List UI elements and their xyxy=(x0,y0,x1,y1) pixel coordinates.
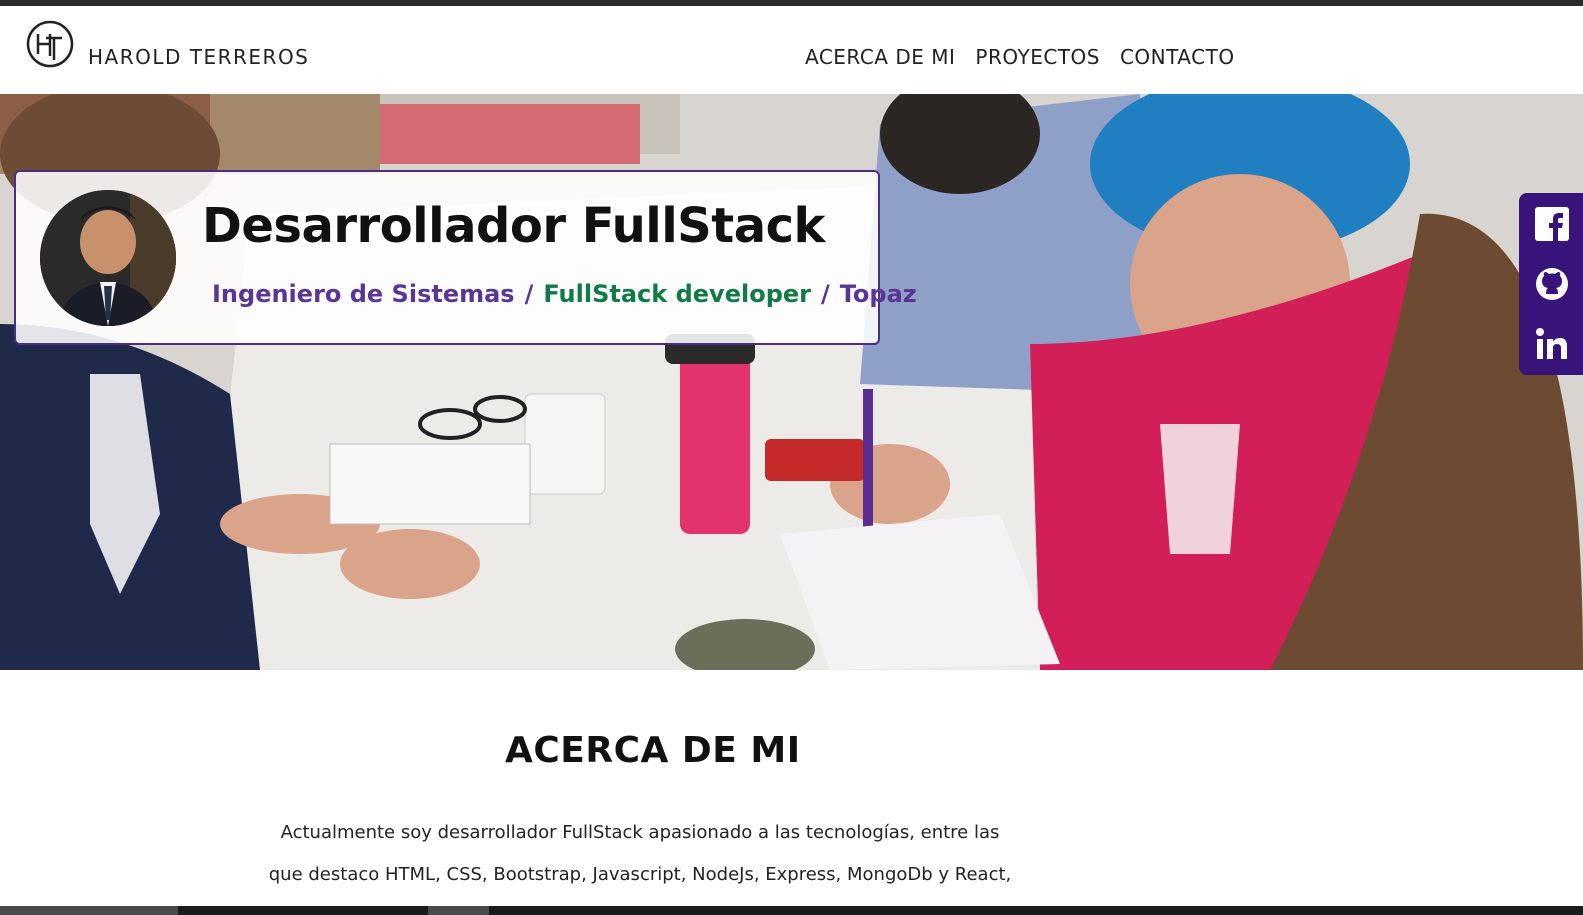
bottom-bar xyxy=(0,906,1583,915)
site-header: HAROLD TERREROS ACERCA DE MI PROYECTOS C… xyxy=(0,6,1583,94)
hero-subtitle: Ingeniero de Sistemas / FullStack develope… xyxy=(212,280,917,308)
logo-icon[interactable] xyxy=(26,20,74,68)
subtitle-role: Ingeniero de Sistemas xyxy=(212,280,515,308)
profile-card: Desarrollador FullStack Ingeniero de Sis… xyxy=(14,170,917,345)
brand-name[interactable]: HAROLD TERREROS xyxy=(88,45,309,69)
bottom-bar-segment xyxy=(0,906,178,915)
linkedin-icon[interactable] xyxy=(1535,327,1569,361)
nav-contacto[interactable]: CONTACTO xyxy=(1120,45,1235,69)
nav-acerca[interactable]: ACERCA DE MI xyxy=(805,45,955,69)
main-nav: ACERCA DE MI PROYECTOS CONTACTO xyxy=(805,45,1235,69)
subtitle-separator: / xyxy=(820,280,830,308)
about-heading: ACERCA DE MI xyxy=(505,730,801,771)
subtitle-separator: / xyxy=(524,280,534,308)
github-icon[interactable] xyxy=(1535,267,1569,301)
hero-title: Desarrollador FullStack xyxy=(202,198,825,254)
bottom-bar-segment xyxy=(428,906,489,915)
about-text: Actualmente soy desarrollador FullStack … xyxy=(210,812,1070,896)
profile-avatar xyxy=(40,190,176,326)
about-line-2: que destaco HTML, CSS, Bootstrap, Javasc… xyxy=(268,864,1012,885)
subtitle-company: Topaz xyxy=(839,280,917,308)
subtitle-title: FullStack developer xyxy=(543,280,811,308)
about-line-1: Actualmente soy desarrollador FullStack … xyxy=(280,822,1000,843)
facebook-icon[interactable] xyxy=(1535,207,1569,241)
nav-proyectos[interactable]: PROYECTOS xyxy=(975,45,1100,69)
social-sidebar xyxy=(1519,193,1583,375)
hero-banner: Desarrollador FullStack Ingeniero de Sis… xyxy=(0,94,1583,670)
